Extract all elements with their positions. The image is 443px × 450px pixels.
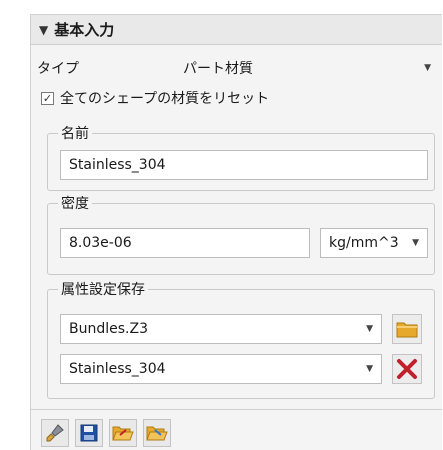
chevron-down-icon: ▼ (366, 324, 373, 334)
export-folder-button[interactable] (143, 419, 171, 447)
name-group-title: 名前 (58, 123, 92, 143)
type-label: タイプ (37, 61, 79, 77)
reset-all-label: 全てのシェープの材質をリセット (60, 91, 270, 107)
properties-panel: ▼ 基本入力 タイプ パート材質 ▼ ✓ 全てのシェープの材質をリセット 名前 … (30, 14, 442, 450)
library-select[interactable]: Bundles.Z3 ▼ (60, 314, 382, 344)
attribute-save-group-title: 属性設定保存 (58, 279, 148, 299)
folder-icon (396, 322, 418, 338)
section-header-basic-input[interactable]: ▼ 基本入力 (31, 15, 442, 45)
reset-all-checkbox-row[interactable]: ✓ 全てのシェープの材質をリセット (41, 87, 269, 109)
attribute-save-group: 属性設定保存 Bundles.Z3 ▼ Stainless_304 ▼ (47, 279, 435, 399)
density-unit-select[interactable]: kg/mm^3 ▼ (320, 228, 428, 258)
open-folder-button[interactable] (109, 419, 137, 447)
material-select-value: Stainless_304 (69, 361, 166, 377)
library-select-value: Bundles.Z3 (69, 321, 148, 337)
name-input[interactable]: Stainless_304 (60, 150, 428, 180)
chevron-down-icon: ▼ (366, 364, 373, 374)
chevron-down-icon: ▼ (412, 238, 419, 248)
density-group: 密度 8.03e-06 kg/mm^3 ▼ (47, 193, 435, 275)
reset-all-checkbox[interactable]: ✓ (41, 91, 54, 105)
toolbar-divider (31, 409, 442, 410)
open-library-button[interactable] (392, 314, 422, 344)
collapse-triangle-icon[interactable]: ▼ (39, 23, 48, 37)
folder-open-icon (112, 426, 134, 441)
section-title: 基本入力 (54, 21, 115, 39)
density-unit-value: kg/mm^3 (329, 235, 399, 251)
name-group: 名前 Stainless_304 (47, 123, 435, 191)
bottom-toolbar (41, 419, 171, 449)
type-select[interactable]: パート材質 ▼ (183, 58, 437, 78)
type-select-value: パート材質 (183, 61, 253, 77)
brush-button[interactable] (41, 419, 69, 447)
material-select[interactable]: Stainless_304 ▼ (60, 354, 382, 384)
brush-icon (46, 424, 64, 442)
density-input-value: 8.03e-06 (69, 235, 132, 251)
save-button[interactable] (75, 419, 103, 447)
density-group-title: 密度 (58, 193, 92, 213)
folder-export-icon (146, 426, 168, 441)
name-input-value: Stainless_304 (69, 157, 166, 173)
density-input[interactable]: 8.03e-06 (60, 228, 310, 258)
delete-x-icon (397, 359, 417, 379)
save-icon (80, 424, 98, 442)
type-row: タイプ パート材質 ▼ (37, 55, 437, 81)
chevron-down-icon: ▼ (424, 63, 431, 73)
delete-material-button[interactable] (392, 354, 422, 384)
